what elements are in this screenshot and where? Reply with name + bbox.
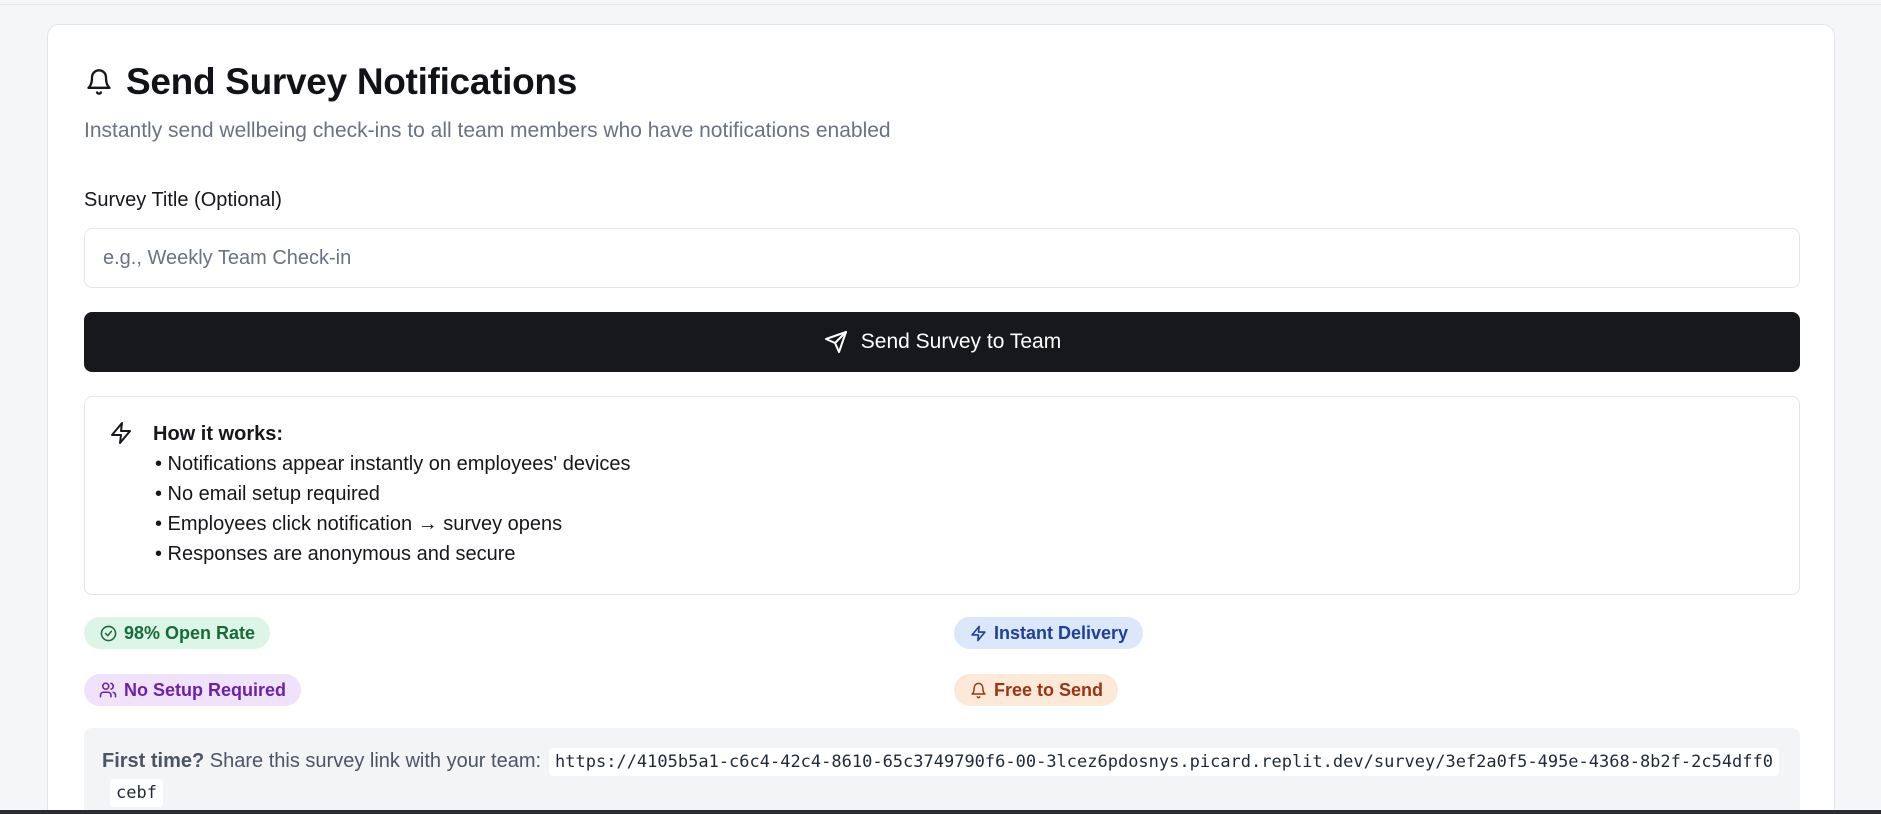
- zap-icon: [109, 421, 135, 447]
- badge-label: Free to Send: [994, 679, 1104, 700]
- first-time-text: Share this survey link with your team:: [204, 750, 542, 772]
- badge-label: 98% Open Rate: [124, 622, 256, 643]
- how-it-works-title: How it works:: [153, 423, 284, 445]
- open-rate-badge: 98% Open Rate: [84, 617, 271, 649]
- badge-cell: 98% Open Rate: [84, 617, 954, 649]
- bell-icon: [969, 681, 987, 699]
- survey-notification-card: Send Survey Notifications Instantly send…: [47, 24, 1835, 814]
- send-survey-button[interactable]: Send Survey to Team: [84, 312, 1800, 372]
- survey-title-label: Survey Title (Optional): [84, 189, 282, 211]
- bell-icon: [84, 67, 114, 97]
- page-frame: Send Survey Notifications Instantly send…: [0, 0, 1881, 814]
- how-it-works-list: • Notifications appear instantly on empl…: [153, 449, 631, 569]
- instant-delivery-badge: Instant Delivery: [954, 617, 1144, 649]
- badge-cell: No Setup Required: [84, 674, 954, 706]
- send-survey-button-label: Send Survey to Team: [860, 330, 1062, 353]
- badge-cell: Free to Send: [954, 674, 1800, 706]
- no-setup-badge: No Setup Required: [84, 674, 302, 706]
- badge-cell: Instant Delivery: [954, 617, 1800, 649]
- list-item: • Notifications appear instantly on empl…: [155, 453, 631, 475]
- page-title: Send Survey Notifications: [126, 61, 577, 102]
- how-it-works-content: How it works: • Notifications appear ins…: [153, 419, 631, 572]
- list-item: • Employees click notification → survey …: [155, 513, 563, 535]
- zap-icon: [969, 624, 987, 642]
- send-icon: [823, 329, 849, 355]
- badge-label: No Setup Required: [124, 679, 287, 700]
- check-circle-icon: [99, 624, 117, 642]
- how-it-works-box: How it works: • Notifications appear ins…: [84, 396, 1800, 595]
- feature-badges: 98% Open Rate Instant Delivery No Setup …: [84, 617, 1800, 706]
- badge-label: Instant Delivery: [994, 622, 1129, 643]
- window-bottom-edge: [0, 810, 1881, 814]
- list-item: • No email setup required: [155, 483, 380, 505]
- survey-title-input[interactable]: [84, 228, 1800, 288]
- free-to-send-badge: Free to Send: [954, 674, 1119, 706]
- page-subtitle: Instantly send wellbeing check-ins to al…: [84, 119, 891, 142]
- card-header: Send Survey Notifications: [84, 59, 1800, 105]
- first-time-lead: First time?: [102, 750, 205, 772]
- card-content: Send Survey Notifications Instantly send…: [84, 59, 1800, 814]
- first-time-info-box: First time? Share this survey link with …: [84, 728, 1800, 814]
- users-icon: [99, 681, 117, 699]
- list-item: • Responses are anonymous and secure: [155, 543, 516, 565]
- top-divider: [0, 0, 1881, 5]
